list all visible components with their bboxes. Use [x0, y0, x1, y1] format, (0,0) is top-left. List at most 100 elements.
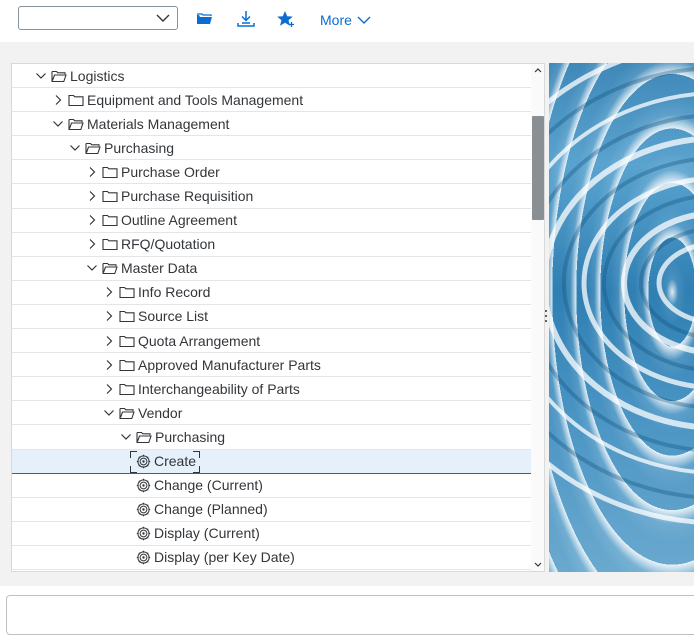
chevron-down-icon[interactable]	[68, 141, 82, 155]
chevron-right-icon[interactable]	[85, 237, 99, 251]
add-favorite-button[interactable]	[276, 9, 298, 29]
vertical-scrollbar[interactable]	[531, 64, 544, 571]
menu-tree: Logistics Equipment and Tools Management M…	[12, 64, 531, 570]
chevron-right-icon[interactable]	[51, 93, 65, 107]
folder-icon	[119, 358, 135, 372]
panel-splitter[interactable]	[544, 307, 548, 325]
command-field[interactable]	[18, 6, 178, 30]
tree-node-label: Purchase Requisition	[121, 188, 254, 205]
tree-node-label: RFQ/Quotation	[121, 236, 216, 253]
tree-node-purchasing[interactable]: Purchasing	[12, 425, 531, 450]
folder-icon	[102, 165, 118, 179]
transaction-icon	[136, 526, 151, 541]
tree-node-label: Logistics	[70, 67, 125, 84]
transaction-icon	[136, 502, 151, 517]
tree-node-logistics[interactable]: Logistics	[12, 64, 531, 89]
open-folder-icon	[119, 406, 135, 420]
tree-node-label: Change (Current)	[154, 477, 263, 494]
tree-node-label: Quota Arrangement	[138, 332, 261, 349]
tree-node-label: Vendor	[138, 404, 183, 421]
chevron-down-icon	[357, 16, 371, 24]
more-menu-button[interactable]: More	[320, 10, 371, 30]
chevron-right-icon[interactable]	[85, 165, 99, 179]
transaction-icon	[136, 478, 151, 493]
tree-node-approved-manufacturer-parts[interactable]: Approved Manufacturer Parts	[12, 353, 531, 378]
menu-tree-panel: Logistics Equipment and Tools Management M…	[11, 63, 545, 572]
chevron-down-icon[interactable]	[51, 117, 65, 131]
tree-node-rfq-quotation[interactable]: RFQ/Quotation	[12, 233, 531, 257]
splitter-grip-icon	[545, 310, 547, 322]
tree-node-label: Approved Manufacturer Parts	[138, 356, 321, 373]
tree-node-info-record[interactable]: Info Record	[12, 281, 531, 305]
tree-node-materials-management[interactable]: Materials Management	[12, 112, 531, 137]
tree-node-label: Purchasing	[104, 139, 175, 156]
tree-node-label: Outline Agreement	[121, 212, 237, 229]
tree-node-equipment-and-tools-management[interactable]: Equipment and Tools Management	[12, 88, 531, 113]
tree-node-quota-arrangement[interactable]: Quota Arrangement	[12, 329, 531, 354]
add-favorite-icon	[277, 11, 294, 27]
tree-node-purchasing[interactable]: Purchasing	[12, 136, 531, 161]
content-area: Logistics Equipment and Tools Management M…	[0, 42, 694, 586]
tree-node-label: Materials Management	[87, 115, 230, 132]
tree-node-label: Interchangeability of Parts	[138, 380, 300, 397]
open-folder-button[interactable]	[194, 9, 216, 29]
chevron-right-icon[interactable]	[85, 213, 99, 227]
tree-node-change-current[interactable]: Change (Current)	[12, 474, 531, 498]
folder-icon	[119, 285, 135, 299]
open-folder-icon	[85, 141, 101, 155]
tree-node-display-per-key-date[interactable]: Display (per Key Date)	[12, 546, 531, 570]
chevron-down-icon[interactable]	[34, 69, 48, 83]
scroll-down-icon[interactable]	[533, 557, 543, 569]
chevron-right-icon[interactable]	[102, 334, 116, 348]
tree-node-purchase-order[interactable]: Purchase Order	[12, 160, 531, 185]
chevron-right-icon[interactable]	[102, 358, 116, 372]
tree-node-label: Info Record	[138, 284, 211, 301]
tree-node-interchangeability-of-parts[interactable]: Interchangeability of Parts	[12, 377, 531, 402]
scrollbar-thumb[interactable]	[532, 116, 544, 220]
tree-node-label: Equipment and Tools Management	[87, 91, 304, 108]
download-icon	[237, 11, 255, 27]
toolbar: More	[0, 0, 694, 42]
folder-icon	[68, 93, 84, 107]
tree-node-outline-agreement[interactable]: Outline Agreement	[12, 209, 531, 233]
open-folder-icon	[68, 117, 84, 131]
folder-icon	[102, 213, 118, 227]
transaction-icon	[136, 550, 151, 565]
open-folder-icon	[136, 430, 152, 444]
download-button[interactable]	[235, 9, 257, 29]
folder-icon	[102, 237, 118, 251]
tree-node-label: Purchase Order	[121, 163, 220, 180]
status-bar	[6, 595, 694, 635]
chevron-right-icon[interactable]	[102, 285, 116, 299]
chevron-down-icon[interactable]	[102, 406, 116, 420]
open-folder-icon	[51, 69, 67, 83]
chevron-right-icon[interactable]	[102, 309, 116, 323]
tree-node-change-planned[interactable]: Change (Planned)	[12, 498, 531, 522]
folder-icon	[102, 189, 118, 203]
folder-icon	[119, 382, 135, 396]
tree-node-label: Source List	[138, 308, 209, 325]
focus-indicator	[129, 450, 201, 474]
tree-node-master-data[interactable]: Master Data	[12, 257, 531, 281]
chevron-down-icon[interactable]	[155, 10, 171, 26]
tree-node-label: Display (per Key Date)	[154, 549, 295, 566]
scroll-up-icon[interactable]	[533, 66, 543, 78]
chevron-down-icon[interactable]	[85, 261, 99, 275]
tree-node-source-list[interactable]: Source List	[12, 305, 531, 330]
open-folder-icon	[197, 13, 212, 24]
tree-node-create[interactable]: Create	[12, 449, 531, 474]
tree-node-vendor[interactable]: Vendor	[12, 401, 531, 426]
chevron-down-icon[interactable]	[119, 430, 133, 444]
tree-node-display-current[interactable]: Display (Current)	[12, 522, 531, 546]
tree-node-label: Master Data	[121, 260, 198, 277]
tree-node-label: Display (Current)	[154, 525, 260, 542]
water-ripple-graphic	[549, 63, 694, 525]
tree-node-label: Change (Planned)	[154, 501, 268, 518]
chevron-right-icon[interactable]	[102, 382, 116, 396]
open-folder-icon	[102, 261, 118, 275]
folder-icon	[119, 309, 135, 323]
chevron-right-icon[interactable]	[85, 189, 99, 203]
folder-icon	[119, 334, 135, 348]
more-label: More	[320, 12, 352, 28]
tree-node-purchase-requisition[interactable]: Purchase Requisition	[12, 184, 531, 209]
